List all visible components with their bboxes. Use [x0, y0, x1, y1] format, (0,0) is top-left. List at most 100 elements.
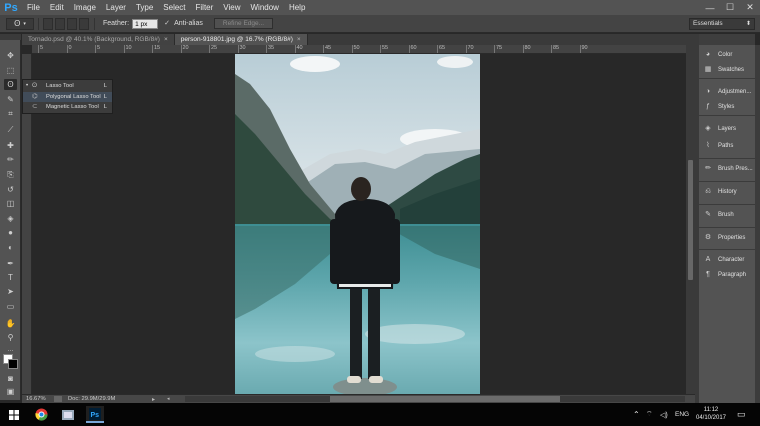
ruler-tick: 85: [550, 45, 560, 53]
ruler-tick: 70: [465, 45, 474, 53]
panel-tab-brush[interactable]: ✎ Brush: [699, 209, 755, 221]
zoom-tool-icon[interactable]: ⚲: [4, 332, 17, 343]
menu-select[interactable]: Select: [158, 0, 190, 15]
ruler-tick: 5: [94, 45, 101, 53]
screen-mode-icon[interactable]: ▣: [4, 386, 17, 397]
language-indicator[interactable]: ENG: [675, 403, 689, 426]
blur-tool-icon[interactable]: ●: [4, 227, 17, 238]
crop-tool-icon[interactable]: ⌗: [4, 108, 17, 119]
panel-tab-styles[interactable]: ƒ Styles: [699, 101, 755, 113]
menu-file[interactable]: File: [22, 0, 45, 15]
intersect-selection-icon[interactable]: [79, 17, 89, 30]
quick-mask-icon[interactable]: ◙: [4, 373, 17, 384]
panel-tab-character[interactable]: A Character: [699, 254, 755, 266]
refine-edge-button[interactable]: Refine Edge...: [213, 18, 274, 29]
lasso-tool-icon[interactable]: ʘ: [4, 79, 17, 90]
menu-window[interactable]: Window: [246, 0, 284, 15]
background-color-swatch[interactable]: [8, 359, 18, 369]
brush-tool-icon[interactable]: ✏: [4, 154, 17, 165]
workspace-select[interactable]: Essentials ⬍: [689, 18, 755, 30]
show-hidden-icons-icon[interactable]: ⌃: [633, 403, 640, 426]
volume-icon[interactable]: ◁): [660, 403, 668, 426]
maximize-button[interactable]: ☐: [720, 0, 740, 15]
rectangle-tool-icon[interactable]: ▭: [4, 301, 17, 312]
antialias-checkbox[interactable]: ✓: [164, 20, 171, 27]
ruler-tick: 10: [123, 45, 132, 53]
panel-tab-layers[interactable]: ◈ Layers: [699, 123, 755, 135]
panel-scrollbar[interactable]: [755, 45, 760, 403]
healing-brush-tool-icon[interactable]: ✚: [4, 140, 17, 151]
close-icon[interactable]: ×: [297, 36, 301, 43]
quick-selection-tool-icon[interactable]: ✎: [4, 94, 17, 105]
flyout-item-polygonal-lasso[interactable]: ⌬ Polygonal Lasso Tool L: [23, 92, 112, 102]
new-selection-icon[interactable]: [43, 17, 53, 30]
panel-column: ◕ Color ▦ Swatches ◑ Adjustmen... ƒ Styles ◈ Laye…: [699, 45, 755, 403]
ruler-tick: 75: [493, 45, 503, 53]
menu-view[interactable]: View: [218, 0, 245, 15]
photoshop-logo: Ps: [4, 1, 18, 14]
panel-tab-swatches[interactable]: ▦ Swatches: [699, 64, 755, 76]
subtract-from-selection-icon[interactable]: [67, 17, 77, 30]
toolbar-grip[interactable]: [0, 34, 21, 40]
tab-tornado[interactable]: Tornado.psd @ 40.1% (Background, RGB/8#)…: [22, 34, 175, 45]
paint-bucket-tool-icon[interactable]: ◈: [4, 213, 17, 224]
panel-tab-adjustmen[interactable]: ◑ Adjustmen...: [699, 86, 755, 98]
close-button[interactable]: ✕: [740, 0, 760, 15]
adjustments-icon: ◑: [705, 88, 711, 95]
add-to-selection-icon[interactable]: [55, 17, 65, 30]
windows-start-icon[interactable]: [5, 406, 23, 423]
file-explorer-icon[interactable]: [59, 406, 77, 423]
photoshop-taskbar-icon[interactable]: Ps: [86, 406, 104, 423]
status-bar: 16.67% Doc: 29.9M/29.9M ▸ ◂: [22, 394, 695, 403]
feather-input[interactable]: 1 px: [132, 18, 159, 29]
menu-filter[interactable]: Filter: [191, 0, 219, 15]
horizontal-ruler[interactable]: 5 0 5 10 15 20 25 30 35 40 45 50 55 60 65 70 75 80 85 90: [32, 45, 686, 54]
panel-tab-history[interactable]: ⎌ History: [699, 186, 755, 198]
status-info-icon[interactable]: [54, 396, 62, 402]
menu-edit[interactable]: Edit: [45, 0, 69, 15]
status-menu-arrow-icon[interactable]: ▸: [152, 396, 155, 403]
notifications-icon[interactable]: ▭: [737, 403, 746, 426]
menu-layer[interactable]: Layer: [101, 0, 131, 15]
ruler-tick: 25: [208, 45, 218, 53]
tool-preset-picker[interactable]: ʘ ▾: [6, 17, 34, 30]
tab-person[interactable]: person-918801.jpg @ 16.7% (RGB/8#) ×: [174, 34, 308, 45]
clone-stamp-tool-icon[interactable]: ⎘: [4, 169, 17, 180]
dodge-tool-icon[interactable]: ◐: [4, 242, 17, 253]
vertical-scroll-thumb[interactable]: [688, 160, 693, 280]
panel-tab-brush-pres[interactable]: ✏ Brush Pres...: [699, 163, 755, 175]
pen-tool-icon[interactable]: ✒: [4, 258, 17, 269]
minimize-button[interactable]: —: [700, 0, 720, 15]
hand-tool-icon[interactable]: ✋: [4, 318, 17, 329]
chrome-icon[interactable]: [32, 406, 50, 423]
taskbar-clock[interactable]: 11:12 04/10/2017: [692, 406, 730, 422]
flyout-item-magnetic-lasso[interactable]: ⊂ Magnetic Lasso Tool L: [23, 102, 112, 112]
horizontal-scroll-thumb[interactable]: [330, 396, 560, 402]
eraser-tool-icon[interactable]: ◫: [4, 198, 17, 209]
menu-help[interactable]: Help: [284, 0, 310, 15]
clock-date: 04/10/2017: [695, 415, 727, 421]
close-icon[interactable]: ×: [164, 36, 168, 43]
move-tool-icon[interactable]: ✥: [4, 50, 17, 61]
marquee-tool-icon[interactable]: ⬚: [4, 65, 17, 76]
vertical-scrollbar[interactable]: [686, 45, 695, 394]
options-bar: ʘ ▾ Feather: 1 px ✓ Anti-alias Refine Edg…: [0, 15, 760, 33]
panel-tab-color[interactable]: ◕ Color: [699, 49, 755, 61]
flyout-shortcut: L: [103, 94, 107, 100]
scroll-left-arrow-icon[interactable]: ◂: [167, 396, 170, 402]
zoom-level[interactable]: 16.67%: [26, 396, 52, 402]
panel-dock-header[interactable]: [699, 34, 755, 45]
panel-tab-paragraph[interactable]: ¶ Paragraph: [699, 269, 755, 281]
menu-type[interactable]: Type: [131, 0, 158, 15]
menu-image[interactable]: Image: [69, 0, 101, 15]
type-tool-icon[interactable]: T: [4, 272, 17, 283]
wifi-icon[interactable]: ⌔: [646, 403, 653, 426]
eyedropper-tool-icon[interactable]: ⟋: [4, 124, 17, 135]
path-selection-tool-icon[interactable]: ➤: [4, 286, 17, 297]
panel-tab-properties[interactable]: ⚙ Properties: [699, 232, 755, 244]
history-brush-tool-icon[interactable]: ↺: [4, 184, 17, 195]
document-image[interactable]: [235, 54, 480, 394]
flyout-item-lasso[interactable]: • ʘ Lasso Tool L: [23, 81, 112, 91]
horizontal-scrollbar[interactable]: [185, 396, 685, 402]
panel-tab-paths[interactable]: ⌇ Paths: [699, 140, 755, 152]
